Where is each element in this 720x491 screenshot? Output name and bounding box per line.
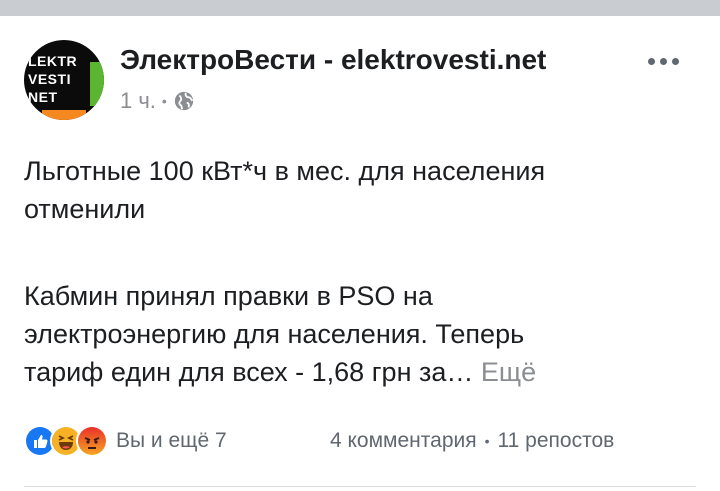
meta-separator: • [161,93,167,109]
page-avatar[interactable]: LEKTR VESTI NET [24,40,104,120]
post-time[interactable]: 1 ч. [120,88,156,114]
avatar-logo-accent [90,62,104,106]
feed-post: LEKTR VESTI NET ЭлектроВести - elektrove… [0,16,720,491]
shares-count[interactable]: 11 репостов [498,429,615,453]
post-text-line: Кабмин принял правки в PSO на [24,281,433,311]
top-separator [0,0,720,16]
counts-separator: • [484,433,490,449]
post-text-line: электроэнергию для населения. Теперь [24,319,525,349]
more-dot [648,57,655,65]
globe-icon [173,90,195,112]
avatar-logo-text: LEKTR [28,53,78,69]
post-text-last-line: тариф един для всех - 1,68 грн за… Ещё [24,353,536,391]
post-text-line: тариф един для всех - 1,68 грн за… [24,357,474,387]
engagement-counts: 4 комментария • 11 репостов [330,425,614,457]
more-icon[interactable] [648,54,688,68]
avatar-logo-text: VESTI [28,71,71,87]
angry-icon [76,425,108,457]
more-dot [660,57,667,65]
reactions-summary[interactable]: Вы и ещё 7 [24,425,227,457]
post-meta: 1 ч. • [120,88,195,114]
reactions-label: Вы и ещё 7 [116,429,227,452]
more-dot [672,57,679,65]
post-text-line: отменили [24,194,146,224]
avatar-logo-accent [42,110,86,120]
post-text-line: Льготные 100 кВт*ч в мес. для населения [24,156,546,186]
comments-count[interactable]: 4 комментария [330,429,477,453]
page-name-link[interactable]: ЭлектроВести - elektrovesti.net [120,44,546,76]
see-more-link[interactable]: Ещё [481,357,536,387]
divider [24,486,696,487]
avatar-logo-text: NET [28,89,58,105]
